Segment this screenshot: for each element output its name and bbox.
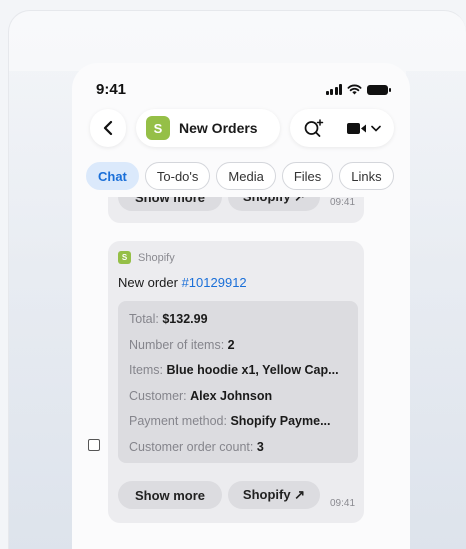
show-more-button[interactable]: Show more: [118, 481, 222, 509]
chat-title: New Orders: [179, 120, 258, 136]
message-timestamp: 09:41: [330, 498, 356, 509]
detail-total: Total: $132.99: [129, 312, 208, 326]
sender-name: Shopify: [138, 251, 175, 264]
battery-icon: [367, 84, 391, 95]
wifi-icon: [347, 84, 362, 95]
header-actions: [290, 109, 394, 147]
shopify-link-button[interactable]: Shopify ↗: [228, 197, 320, 211]
tab-chat[interactable]: Chat: [86, 162, 139, 190]
detail-items: Items: Blue hoodie x1, Yellow Cap...: [129, 363, 339, 377]
status-bar: 9:41: [72, 81, 410, 101]
tab-media[interactable]: Media: [216, 162, 276, 190]
phone-screen: 9:41 S New Orders Chat To-do's Media Fil…: [72, 63, 410, 549]
order-prefix: New order: [118, 275, 182, 290]
video-camera-icon: [347, 122, 366, 134]
search-sparkle-icon[interactable]: [303, 118, 325, 138]
status-icons: [325, 84, 391, 95]
detail-order-count: Customer order count: 3: [129, 439, 264, 454]
order-details-card: Total: $132.99 Number of items: 2 Items:…: [118, 301, 358, 463]
shopify-logo: S: [146, 116, 170, 140]
chat-header: S New Orders: [72, 109, 410, 149]
video-call-button[interactable]: [347, 122, 381, 135]
tab-links[interactable]: Links: [339, 162, 394, 190]
chat-title-button[interactable]: S New Orders: [136, 109, 280, 147]
shopify-link-button[interactable]: Shopify ↗: [228, 481, 320, 509]
tab-todos[interactable]: To-do's: [144, 162, 211, 190]
chevron-left-icon: [103, 120, 113, 136]
chat-area: Show more Shopify ↗ 09:41 S Shopify New …: [72, 197, 410, 549]
order-message-bubble: S Shopify New order #10129912 Total: $13…: [108, 241, 364, 523]
background-stripe-left: [9, 71, 79, 549]
select-message-checkbox[interactable]: [88, 439, 100, 451]
tab-files[interactable]: Files: [281, 162, 334, 190]
detail-item-count: Number of items: 2: [129, 337, 235, 352]
show-more-button[interactable]: Show more: [118, 197, 222, 211]
previous-message-bubble: Show more Shopify ↗ 09:41: [108, 197, 364, 223]
detail-customer: Customer: Alex Johnson: [129, 388, 273, 403]
status-time: 9:41: [96, 81, 127, 98]
shopify-logo: S: [118, 251, 131, 264]
detail-payment-method: Payment method: Shopify Payme...: [129, 414, 331, 428]
chevron-down-icon: [371, 125, 381, 132]
order-number-link[interactable]: #10129912: [182, 275, 247, 290]
message-sender: S Shopify: [118, 251, 175, 264]
tab-bar: Chat To-do's Media Files Links: [86, 162, 394, 190]
cellular-signal-icon: [325, 84, 342, 95]
order-line: New order #10129912: [118, 275, 247, 290]
message-timestamp: 09:41: [330, 197, 356, 208]
back-button[interactable]: [90, 109, 126, 147]
background-stripe-right: [406, 71, 466, 549]
